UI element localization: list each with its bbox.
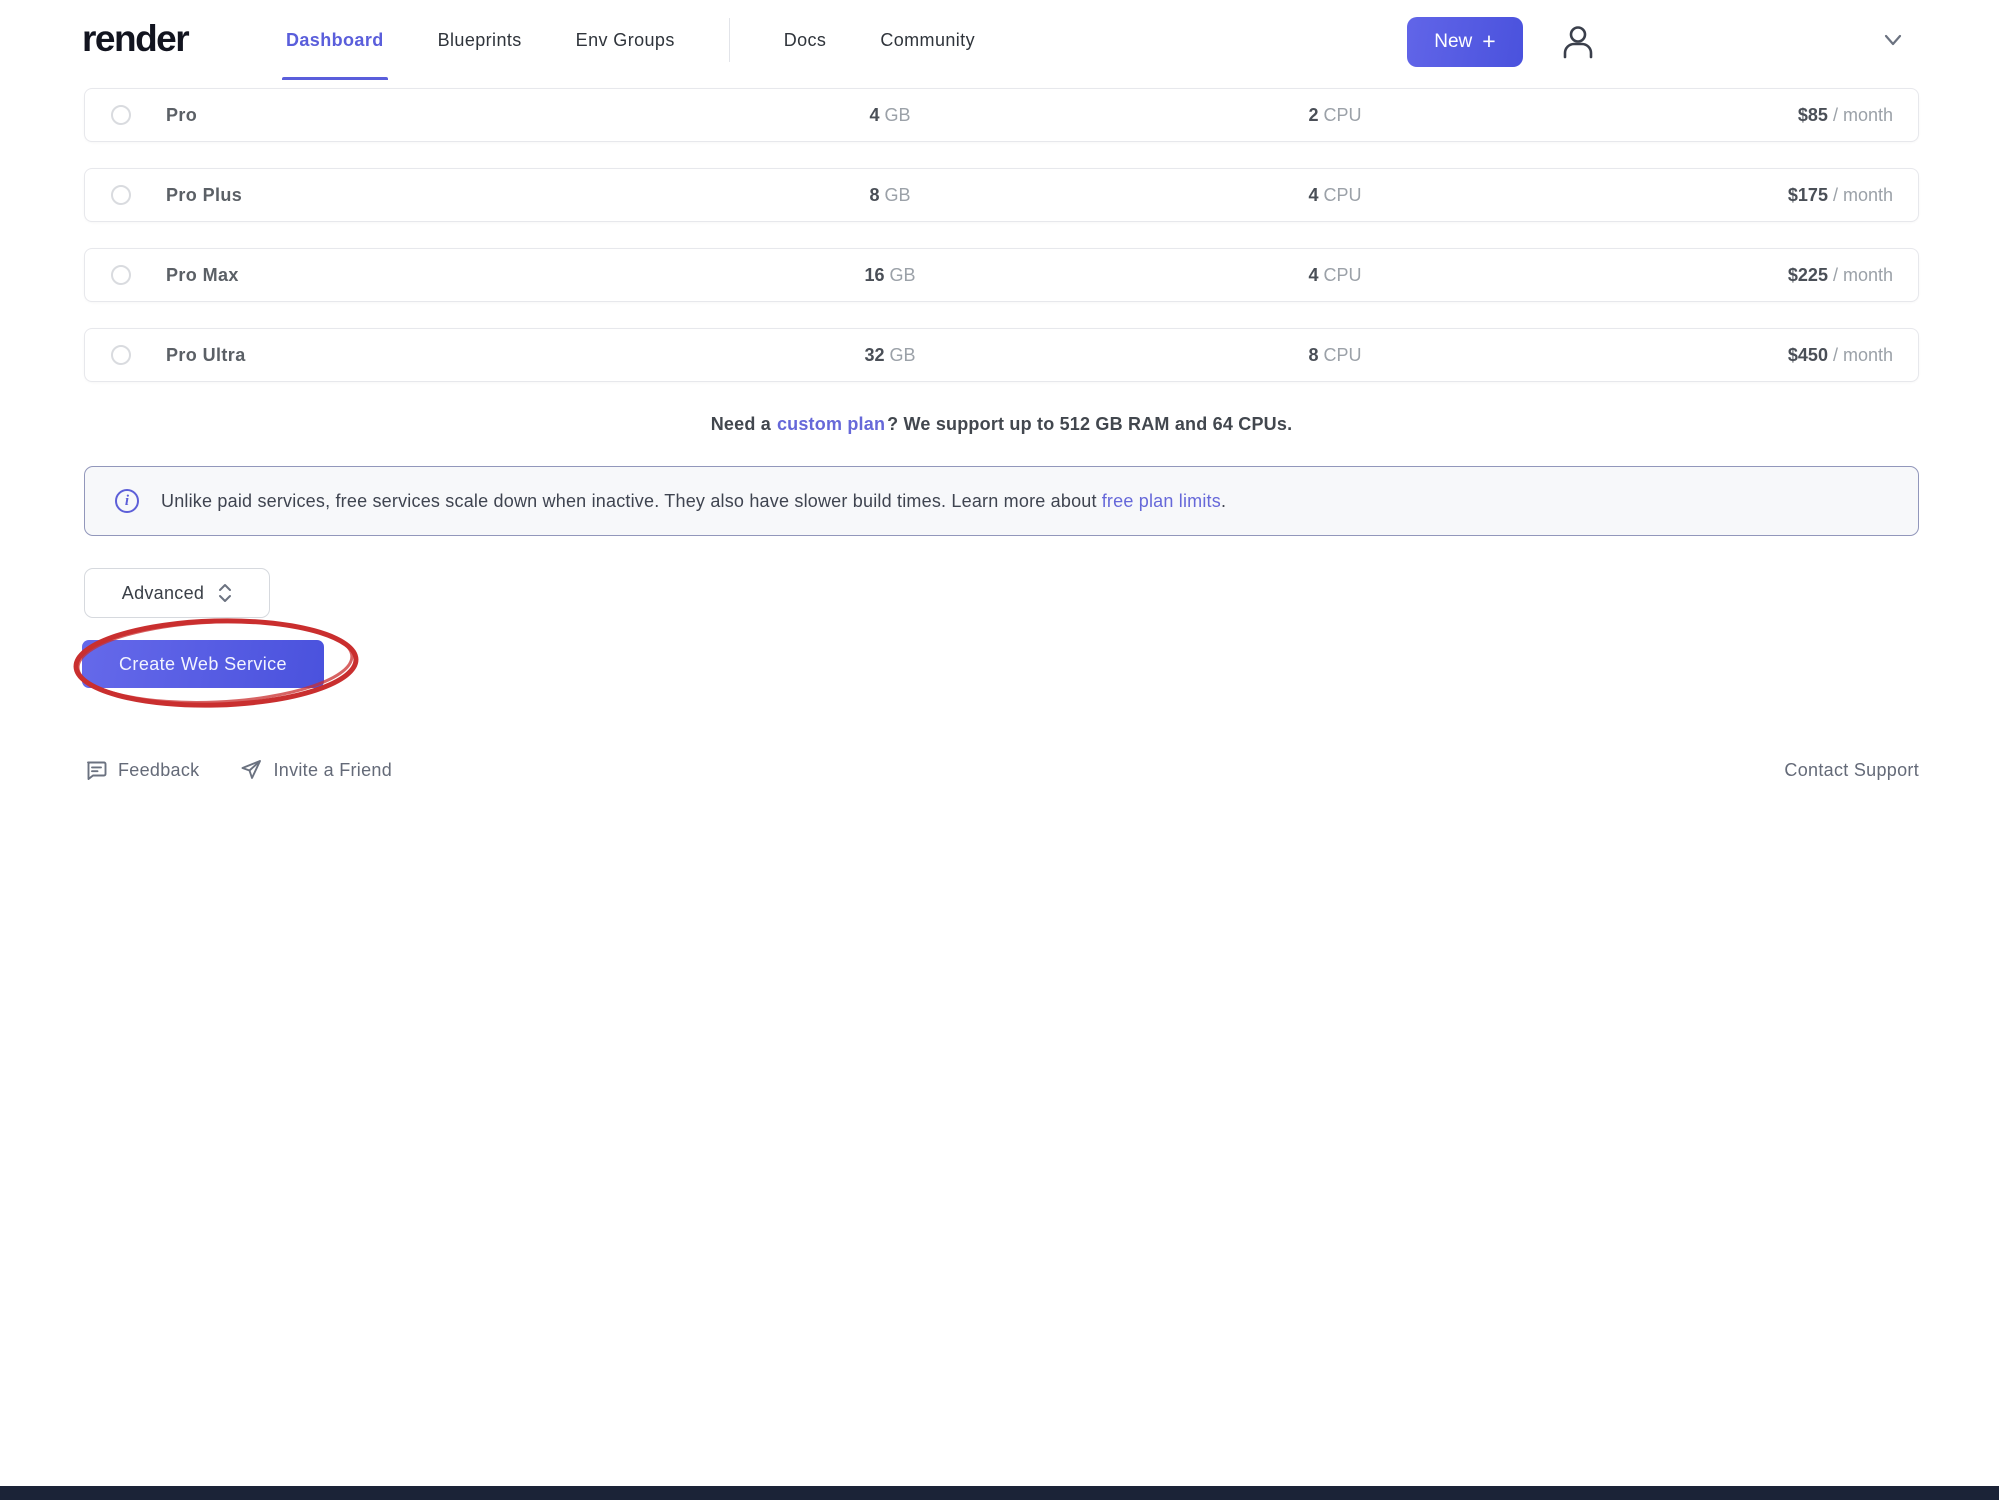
feedback-link[interactable]: Feedback (84, 758, 199, 782)
custom-plan-link[interactable]: custom plan (777, 414, 885, 434)
contact-support-label: Contact Support (1784, 760, 1919, 781)
plan-price: $450 / month (1481, 345, 1893, 366)
ram-unit: GB (890, 265, 916, 285)
plan-ram: 32 GB (591, 345, 1189, 366)
invite-friend-link[interactable]: Invite a Friend (239, 758, 392, 782)
cpu-value: 4 (1308, 265, 1318, 285)
advanced-label: Advanced (122, 583, 204, 604)
chevron-down-icon[interactable] (1882, 30, 1904, 50)
new-button-label: New (1434, 31, 1472, 53)
price-value: $450 (1788, 345, 1828, 365)
free-plan-limits-link[interactable]: free plan limits (1102, 491, 1221, 511)
radio-button[interactable] (111, 185, 131, 205)
plan-cpu: 8 CPU (1189, 345, 1481, 366)
plan-ram: 4 GB (591, 105, 1189, 126)
plan-name: Pro (166, 105, 591, 126)
plus-icon: + (1482, 28, 1495, 55)
paper-plane-icon (239, 758, 263, 782)
ram-value: 8 (869, 185, 879, 205)
top-navigation: render Dashboard Blueprints Env Groups D… (0, 0, 1999, 80)
nav-item-env-groups[interactable]: Env Groups (576, 0, 675, 80)
price-unit: / month (1833, 345, 1893, 365)
advanced-toggle-button[interactable]: Advanced (84, 568, 270, 618)
price-unit: / month (1833, 185, 1893, 205)
ram-value: 32 (864, 345, 884, 365)
sort-chevrons-icon (218, 582, 232, 604)
plan-row-pro-plus[interactable]: Pro Plus 8 GB 4 CPU $175 / month (84, 168, 1919, 222)
custom-plan-suffix: ? We support up to 512 GB RAM and 64 CPU… (887, 414, 1292, 434)
ram-unit: GB (885, 105, 911, 125)
nav-divider (729, 18, 730, 62)
ram-value: 16 (864, 265, 884, 285)
cpu-value: 4 (1308, 185, 1318, 205)
render-dashboard-page: { "nav": { "logo": "render", "items": [ … (0, 0, 1999, 1500)
create-button-label: Create Web Service (119, 654, 287, 675)
banner-text: Unlike paid services, free services scal… (161, 491, 1226, 512)
radio-button[interactable] (111, 105, 131, 125)
nav-links: Dashboard Blueprints Env Groups Docs Com… (286, 0, 975, 80)
new-button[interactable]: New + (1407, 17, 1523, 67)
invite-label: Invite a Friend (273, 760, 392, 781)
cpu-unit: CPU (1324, 185, 1362, 205)
banner-message: Unlike paid services, free services scal… (161, 491, 1097, 511)
free-plan-info-banner: i Unlike paid services, free services sc… (84, 466, 1919, 536)
nav-item-community[interactable]: Community (880, 0, 975, 80)
render-logo[interactable]: render (82, 18, 188, 60)
plan-cpu: 4 CPU (1189, 185, 1481, 206)
contact-support-link[interactable]: Contact Support (1784, 760, 1919, 781)
cpu-value: 2 (1308, 105, 1318, 125)
plan-name: Pro Max (166, 265, 591, 286)
plan-row-pro-ultra[interactable]: Pro Ultra 32 GB 8 CPU $450 / month (84, 328, 1919, 382)
custom-plan-prefix: Need a (711, 414, 771, 434)
cpu-unit: CPU (1324, 265, 1362, 285)
price-value: $225 (1788, 265, 1828, 285)
speech-bubble-icon (84, 758, 108, 782)
ram-unit: GB (885, 185, 911, 205)
plan-row-pro[interactable]: Pro 4 GB 2 CPU $85 / month (84, 88, 1919, 142)
radio-button[interactable] (111, 345, 131, 365)
banner-suffix: . (1221, 491, 1226, 511)
info-circle-icon: i (115, 489, 139, 513)
bottom-taskbar-edge (0, 1486, 1999, 1500)
feedback-label: Feedback (118, 760, 199, 781)
plan-ram: 8 GB (591, 185, 1189, 206)
plan-price: $175 / month (1481, 185, 1893, 206)
plan-ram: 16 GB (591, 265, 1189, 286)
nav-item-docs[interactable]: Docs (784, 0, 827, 80)
plan-price: $85 / month (1481, 105, 1893, 126)
nav-item-dashboard[interactable]: Dashboard (286, 0, 384, 80)
plan-row-pro-max[interactable]: Pro Max 16 GB 4 CPU $225 / month (84, 248, 1919, 302)
ram-unit: GB (890, 345, 916, 365)
price-value: $85 (1798, 105, 1828, 125)
cpu-value: 8 (1308, 345, 1318, 365)
cpu-unit: CPU (1324, 345, 1362, 365)
person-icon[interactable] (1556, 20, 1600, 64)
plan-cpu: 4 CPU (1189, 265, 1481, 286)
price-value: $175 (1788, 185, 1828, 205)
price-unit: / month (1833, 105, 1893, 125)
cpu-unit: CPU (1324, 105, 1362, 125)
price-unit: / month (1833, 265, 1893, 285)
nav-item-blueprints[interactable]: Blueprints (438, 0, 522, 80)
plan-cpu: 2 CPU (1189, 105, 1481, 126)
plan-name: Pro Plus (166, 185, 591, 206)
custom-plan-line: Need a custom plan? We support up to 512 … (84, 414, 1919, 435)
radio-button[interactable] (111, 265, 131, 285)
plan-name: Pro Ultra (166, 345, 591, 366)
create-web-service-button[interactable]: Create Web Service (82, 640, 324, 688)
plan-price: $225 / month (1481, 265, 1893, 286)
ram-value: 4 (869, 105, 879, 125)
page-footer: Feedback Invite a Friend Contact Support (84, 748, 1919, 792)
